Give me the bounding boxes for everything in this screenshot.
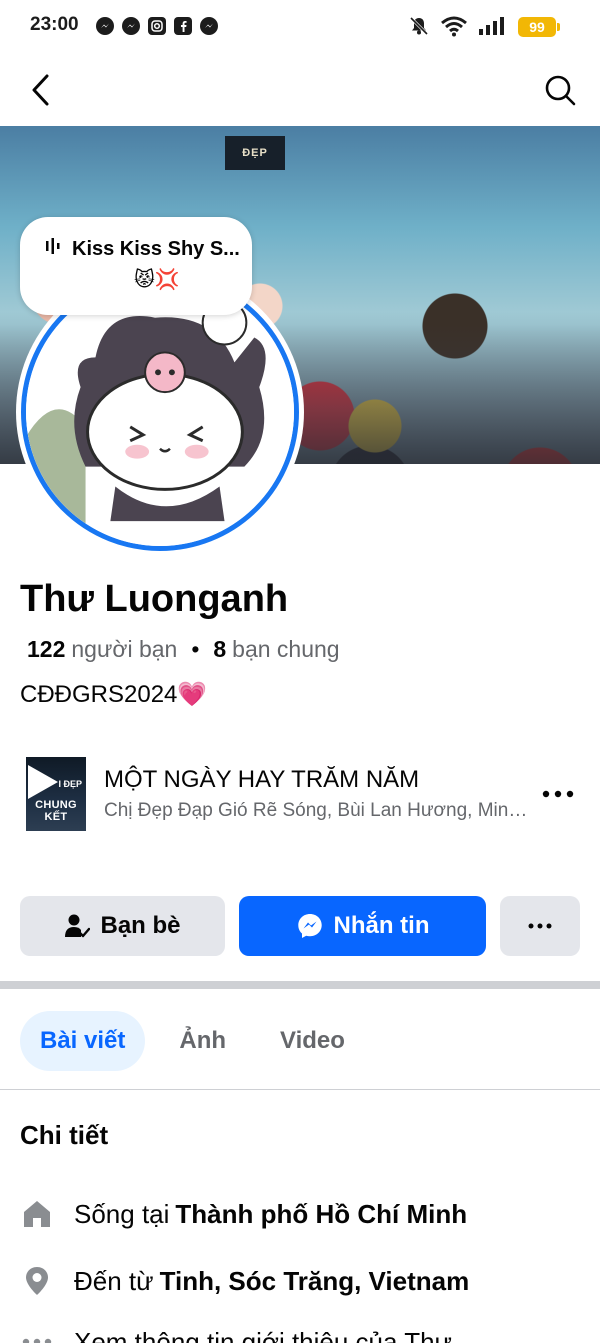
- play-icon: [28, 765, 58, 799]
- mute-bell-icon: [408, 15, 430, 42]
- top-nav: [0, 60, 600, 120]
- notification-icons: [96, 17, 218, 35]
- note-text: Kiss Kiss Shy S...: [72, 237, 240, 260]
- album-art-text-top: I ĐẸP: [58, 779, 82, 789]
- profile-note[interactable]: Kiss Kiss Shy S... 😾💢: [20, 217, 252, 315]
- messenger-icon: [297, 914, 322, 938]
- lives-prefix: Sống tại: [74, 1198, 170, 1229]
- friends-label: người bạn: [71, 636, 178, 662]
- friends-button-label: Bạn bè: [100, 912, 181, 939]
- song-title: MỘT NGÀY HAY TRĂM NĂM: [104, 766, 420, 793]
- chevron-left-icon: [32, 74, 49, 106]
- profile-bio: CĐĐGRS2024💗: [20, 681, 208, 708]
- search-button[interactable]: [542, 72, 578, 108]
- note-emoji: 😾💢: [134, 269, 180, 291]
- lives-value: Thành phố Hồ Chí Minh: [175, 1198, 468, 1229]
- profile-name: Thư Luonganh: [20, 578, 289, 620]
- status-bar: 23:00 99: [0, 0, 600, 52]
- home-icon: [20, 1198, 54, 1230]
- more-actions-button[interactable]: [500, 896, 580, 956]
- friends-button[interactable]: Bạn bè: [20, 896, 225, 956]
- message-button-label: Nhắn tin: [333, 912, 430, 939]
- from-value: Tinh, Sóc Trăng, Vietnam: [159, 1265, 470, 1296]
- mutual-friends-label: bạn chung: [232, 636, 340, 662]
- album-art: I ĐẸP CHUNG KẾT: [26, 757, 86, 831]
- see-about-info[interactable]: Xem thông tin giới thiệu của Thư: [20, 1322, 580, 1343]
- music-more-button[interactable]: [538, 776, 578, 812]
- system-icons: [408, 15, 504, 42]
- tab-posts[interactable]: Bài viết: [20, 1011, 146, 1071]
- mutual-friends-count: 8: [213, 636, 227, 662]
- more-horizontal-icon: [20, 1338, 54, 1343]
- messenger-icon: [122, 17, 140, 35]
- more-horizontal-icon: [542, 790, 574, 798]
- tab-photos[interactable]: Ảnh: [159, 1011, 246, 1071]
- signal-icon: [478, 16, 504, 41]
- friends-summary[interactable]: 122 người bạn • 8 bạn chung: [27, 636, 340, 663]
- instagram-icon: [148, 17, 166, 35]
- tabs-divider: [0, 1089, 600, 1090]
- section-divider: [0, 981, 600, 989]
- tab-videos[interactable]: Video: [260, 1011, 365, 1071]
- friends-count: 122: [27, 636, 66, 662]
- facebook-icon: [174, 17, 192, 35]
- status-time: 23:00: [30, 14, 79, 35]
- album-art-text-bottom: CHUNG KẾT: [35, 799, 77, 823]
- messenger-icon: [96, 17, 114, 35]
- detail-lives-in: Sống tại Thành phố Hồ Chí Minh: [20, 1194, 580, 1234]
- profile-music[interactable]: I ĐẸP CHUNG KẾT MỘT NGÀY HAY TRĂM NĂM Ch…: [0, 752, 600, 838]
- from-prefix: Đến từ: [74, 1265, 154, 1296]
- song-artist: Chị Đẹp Đạp Gió Rẽ Sóng, Bùi Lan Hương, …: [104, 800, 534, 821]
- separator-dot: •: [191, 636, 200, 662]
- details-heading: Chi tiết: [20, 1120, 109, 1150]
- cover-logo: ĐẸP: [225, 136, 285, 170]
- profile-actions: Bạn bè Nhắn tin: [20, 896, 580, 956]
- profile-tabs: Bài viết Ảnh Video: [20, 1011, 365, 1071]
- friend-check-icon: [65, 914, 91, 938]
- message-button[interactable]: Nhắn tin: [239, 896, 486, 956]
- location-pin-icon: [20, 1265, 54, 1297]
- back-button[interactable]: [22, 72, 58, 108]
- battery-indicator: 99: [518, 17, 560, 37]
- detail-from: Đến từ Tinh, Sóc Trăng, Vietnam: [20, 1261, 580, 1301]
- audio-wave-icon: [44, 237, 62, 261]
- messenger-icon: [200, 17, 218, 35]
- see-about-text: Xem thông tin giới thiệu của Thư: [74, 1326, 452, 1343]
- more-horizontal-icon: [528, 923, 552, 929]
- search-icon: [545, 75, 576, 106]
- wifi-icon: [440, 15, 468, 42]
